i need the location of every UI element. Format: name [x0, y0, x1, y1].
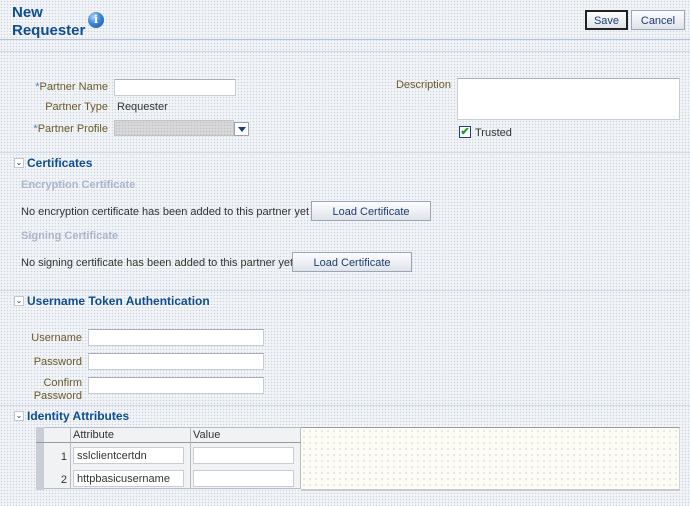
partner-type-label: Partner Type	[45, 101, 108, 113]
certificates-disclosure-icon[interactable]: ⌄	[14, 158, 24, 168]
load-signing-certificate-button[interactable]: Load Certificate	[292, 252, 412, 272]
certificates-heading[interactable]: Certificates	[27, 156, 92, 170]
partner-type-value: Requester	[117, 101, 168, 113]
value-input[interactable]	[193, 470, 294, 487]
column-header-attribute[interactable]: Attribute	[73, 429, 114, 441]
row-number: 1	[60, 451, 67, 463]
info-icon[interactable]: i	[88, 12, 104, 28]
signing-certificate-heading: Signing Certificate	[21, 230, 119, 242]
username-token-heading[interactable]: Username Token Authentication	[27, 294, 210, 308]
table-empty-area	[301, 427, 680, 491]
encryption-certificate-message: No encryption certificate has been added…	[21, 206, 310, 218]
certificates-divider	[0, 152, 690, 153]
header-divider	[0, 39, 690, 40]
page-title: New Requester	[12, 4, 86, 39]
partner-profile-select[interactable]	[114, 120, 234, 136]
trusted-label: Trusted	[475, 127, 512, 139]
confirm-password-label: Confirm Password	[33, 377, 82, 402]
identity-attributes-divider	[0, 405, 690, 406]
username-input[interactable]	[88, 329, 264, 346]
attribute-input[interactable]: httpbasicusername	[73, 470, 184, 487]
password-label: Password	[33, 356, 82, 368]
signing-certificate-message: No signing certificate has been added to…	[21, 257, 294, 269]
row-number: 2	[60, 474, 67, 486]
username-token-divider	[0, 290, 690, 291]
description-textarea[interactable]	[457, 78, 680, 120]
value-input[interactable]	[193, 447, 294, 464]
username-token-disclosure-icon[interactable]: ⌄	[14, 296, 24, 306]
username-label: Username	[31, 332, 82, 344]
chevron-down-icon[interactable]	[234, 122, 249, 136]
password-input[interactable]	[88, 353, 264, 370]
identity-attributes-heading[interactable]: Identity Attributes	[27, 409, 129, 423]
trusted-checkbox[interactable]: ✔	[459, 126, 471, 138]
encryption-certificate-heading: Encryption Certificate	[21, 179, 136, 191]
column-divider	[70, 427, 71, 489]
partner-name-input[interactable]	[114, 79, 236, 96]
load-encryption-certificate-button[interactable]: Load Certificate	[311, 201, 431, 221]
cancel-button[interactable]: Cancel	[631, 10, 685, 30]
attribute-input[interactable]: sslclientcertdn	[73, 447, 184, 464]
partner-profile-label: *Partner Profile	[33, 123, 108, 135]
partner-name-label: *Partner Name	[35, 81, 108, 93]
save-button[interactable]: Save	[585, 10, 628, 30]
description-label: Description	[395, 79, 451, 91]
column-header-value[interactable]: Value	[193, 429, 220, 441]
identity-attributes-disclosure-icon[interactable]: ⌄	[14, 411, 24, 421]
header-divider-2	[0, 51, 690, 52]
column-divider	[190, 427, 191, 489]
confirm-password-input[interactable]	[88, 377, 264, 394]
